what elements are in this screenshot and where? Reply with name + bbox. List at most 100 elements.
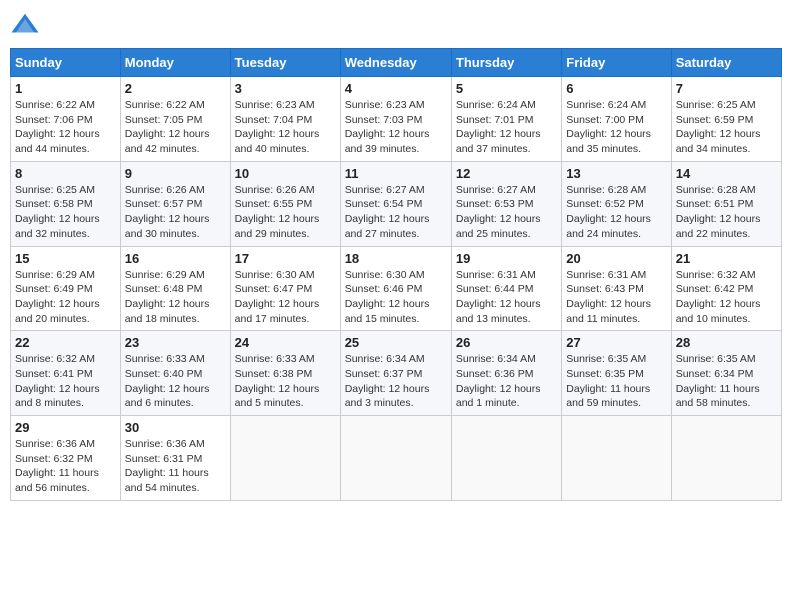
- day-number: 12: [456, 166, 557, 181]
- day-number: 30: [125, 420, 226, 435]
- day-number: 29: [15, 420, 116, 435]
- calendar-cell: 22 Sunrise: 6:32 AM Sunset: 6:41 PM Dayli…: [11, 331, 121, 416]
- day-number: 21: [676, 251, 777, 266]
- calendar-cell: 16Sunrise: 6:29 AM Sunset: 6:48 PM Dayli…: [120, 246, 230, 331]
- calendar-cell: 1Sunrise: 6:22 AM Sunset: 7:06 PM Daylig…: [11, 77, 121, 162]
- day-number: 18: [345, 251, 447, 266]
- day-info: Sunrise: 6:23 AM Sunset: 7:04 PM Dayligh…: [235, 98, 336, 157]
- calendar-cell: 18 Sunrise: 6:30 AM Sunset: 6:46 PM Dayli…: [340, 246, 451, 331]
- week-row-1: 8 Sunrise: 6:25 AM Sunset: 6:58 PM Daylig…: [11, 161, 782, 246]
- header-cell-sunday: Sunday: [11, 49, 121, 77]
- calendar-cell: 28 Sunrise: 6:35 AM Sunset: 6:34 PM Dayli…: [671, 331, 781, 416]
- calendar-cell: 10 Sunrise: 6:26 AM Sunset: 6:55 PM Dayli…: [230, 161, 340, 246]
- day-info: Sunrise: 6:35 AM Sunset: 6:34 PM Dayligh…: [676, 352, 777, 411]
- day-number: 9: [125, 166, 226, 181]
- day-info: Sunrise: 6:28 AM Sunset: 6:52 PM Dayligh…: [566, 183, 666, 242]
- day-number: 25: [345, 335, 447, 350]
- calendar-cell: [671, 416, 781, 501]
- day-number: 23: [125, 335, 226, 350]
- day-info: Sunrise: 6:24 AM Sunset: 7:00 PM Dayligh…: [566, 98, 666, 157]
- logo-icon: [10, 10, 40, 40]
- day-number: 7: [676, 81, 777, 96]
- day-info: Sunrise: 6:25 AM Sunset: 6:58 PM Dayligh…: [15, 183, 116, 242]
- calendar-cell: [562, 416, 671, 501]
- day-number: 2: [125, 81, 226, 96]
- day-number: 28: [676, 335, 777, 350]
- page-header: [10, 10, 782, 40]
- calendar-cell: 11 Sunrise: 6:27 AM Sunset: 6:54 PM Dayli…: [340, 161, 451, 246]
- day-number: 10: [235, 166, 336, 181]
- day-number: 15: [15, 251, 116, 266]
- calendar-cell: 15 Sunrise: 6:29 AM Sunset: 6:49 PM Dayli…: [11, 246, 121, 331]
- day-info: Sunrise: 6:26 AM Sunset: 6:55 PM Dayligh…: [235, 183, 336, 242]
- day-info: Sunrise: 6:31 AM Sunset: 6:44 PM Dayligh…: [456, 268, 557, 327]
- day-info: Sunrise: 6:35 AM Sunset: 6:35 PM Dayligh…: [566, 352, 666, 411]
- calendar-cell: 26 Sunrise: 6:34 AM Sunset: 6:36 PM Dayli…: [451, 331, 561, 416]
- calendar-cell: 6Sunrise: 6:24 AM Sunset: 7:00 PM Daylig…: [562, 77, 671, 162]
- day-number: 17: [235, 251, 336, 266]
- day-info: Sunrise: 6:24 AM Sunset: 7:01 PM Dayligh…: [456, 98, 557, 157]
- day-number: 27: [566, 335, 666, 350]
- calendar-cell: 30 Sunrise: 6:36 AM Sunset: 6:31 PM Dayli…: [120, 416, 230, 501]
- day-info: Sunrise: 6:31 AM Sunset: 6:43 PM Dayligh…: [566, 268, 666, 327]
- calendar-cell: 23 Sunrise: 6:33 AM Sunset: 6:40 PM Dayli…: [120, 331, 230, 416]
- calendar-table: SundayMondayTuesdayWednesdayThursdayFrid…: [10, 48, 782, 501]
- day-info: Sunrise: 6:36 AM Sunset: 6:32 PM Dayligh…: [15, 437, 116, 496]
- calendar-cell: 21 Sunrise: 6:32 AM Sunset: 6:42 PM Dayli…: [671, 246, 781, 331]
- day-info: Sunrise: 6:34 AM Sunset: 6:36 PM Dayligh…: [456, 352, 557, 411]
- header-row: SundayMondayTuesdayWednesdayThursdayFrid…: [11, 49, 782, 77]
- calendar-body: 1Sunrise: 6:22 AM Sunset: 7:06 PM Daylig…: [11, 77, 782, 501]
- day-info: Sunrise: 6:27 AM Sunset: 6:54 PM Dayligh…: [345, 183, 447, 242]
- day-info: Sunrise: 6:36 AM Sunset: 6:31 PM Dayligh…: [125, 437, 226, 496]
- calendar-cell: 24Sunrise: 6:33 AM Sunset: 6:38 PM Dayli…: [230, 331, 340, 416]
- calendar-cell: 19 Sunrise: 6:31 AM Sunset: 6:44 PM Dayli…: [451, 246, 561, 331]
- day-number: 5: [456, 81, 557, 96]
- calendar-cell: 8 Sunrise: 6:25 AM Sunset: 6:58 PM Daylig…: [11, 161, 121, 246]
- day-number: 22: [15, 335, 116, 350]
- calendar-cell: 3 Sunrise: 6:23 AM Sunset: 7:04 PM Daylig…: [230, 77, 340, 162]
- day-number: 13: [566, 166, 666, 181]
- logo: [10, 10, 44, 40]
- day-number: 24: [235, 335, 336, 350]
- day-info: Sunrise: 6:32 AM Sunset: 6:42 PM Dayligh…: [676, 268, 777, 327]
- header-cell-wednesday: Wednesday: [340, 49, 451, 77]
- header-cell-tuesday: Tuesday: [230, 49, 340, 77]
- day-number: 4: [345, 81, 447, 96]
- day-info: Sunrise: 6:30 AM Sunset: 6:46 PM Dayligh…: [345, 268, 447, 327]
- day-number: 1: [15, 81, 116, 96]
- calendar-header: SundayMondayTuesdayWednesdayThursdayFrid…: [11, 49, 782, 77]
- day-info: Sunrise: 6:26 AM Sunset: 6:57 PM Dayligh…: [125, 183, 226, 242]
- day-number: 19: [456, 251, 557, 266]
- calendar-cell: [340, 416, 451, 501]
- calendar-cell: 27 Sunrise: 6:35 AM Sunset: 6:35 PM Dayli…: [562, 331, 671, 416]
- calendar-cell: 7 Sunrise: 6:25 AM Sunset: 6:59 PM Daylig…: [671, 77, 781, 162]
- calendar-cell: 13 Sunrise: 6:28 AM Sunset: 6:52 PM Dayli…: [562, 161, 671, 246]
- header-cell-saturday: Saturday: [671, 49, 781, 77]
- day-info: Sunrise: 6:25 AM Sunset: 6:59 PM Dayligh…: [676, 98, 777, 157]
- day-number: 8: [15, 166, 116, 181]
- day-number: 14: [676, 166, 777, 181]
- day-number: 20: [566, 251, 666, 266]
- week-row-2: 15 Sunrise: 6:29 AM Sunset: 6:49 PM Dayli…: [11, 246, 782, 331]
- day-info: Sunrise: 6:32 AM Sunset: 6:41 PM Dayligh…: [15, 352, 116, 411]
- header-cell-monday: Monday: [120, 49, 230, 77]
- day-info: Sunrise: 6:29 AM Sunset: 6:48 PM Dayligh…: [125, 268, 226, 327]
- calendar-cell: 17Sunrise: 6:30 AM Sunset: 6:47 PM Dayli…: [230, 246, 340, 331]
- day-info: Sunrise: 6:27 AM Sunset: 6:53 PM Dayligh…: [456, 183, 557, 242]
- calendar-cell: 2 Sunrise: 6:22 AM Sunset: 7:05 PM Daylig…: [120, 77, 230, 162]
- calendar-cell: 29 Sunrise: 6:36 AM Sunset: 6:32 PM Dayli…: [11, 416, 121, 501]
- header-cell-thursday: Thursday: [451, 49, 561, 77]
- calendar-cell: 20 Sunrise: 6:31 AM Sunset: 6:43 PM Dayli…: [562, 246, 671, 331]
- day-number: 26: [456, 335, 557, 350]
- day-info: Sunrise: 6:33 AM Sunset: 6:40 PM Dayligh…: [125, 352, 226, 411]
- calendar-cell: [451, 416, 561, 501]
- day-number: 3: [235, 81, 336, 96]
- calendar-cell: 5 Sunrise: 6:24 AM Sunset: 7:01 PM Daylig…: [451, 77, 561, 162]
- day-number: 11: [345, 166, 447, 181]
- day-info: Sunrise: 6:22 AM Sunset: 7:05 PM Dayligh…: [125, 98, 226, 157]
- day-info: Sunrise: 6:29 AM Sunset: 6:49 PM Dayligh…: [15, 268, 116, 327]
- day-info: Sunrise: 6:28 AM Sunset: 6:51 PM Dayligh…: [676, 183, 777, 242]
- day-info: Sunrise: 6:23 AM Sunset: 7:03 PM Dayligh…: [345, 98, 447, 157]
- calendar-cell: 4 Sunrise: 6:23 AM Sunset: 7:03 PM Daylig…: [340, 77, 451, 162]
- calendar-cell: [230, 416, 340, 501]
